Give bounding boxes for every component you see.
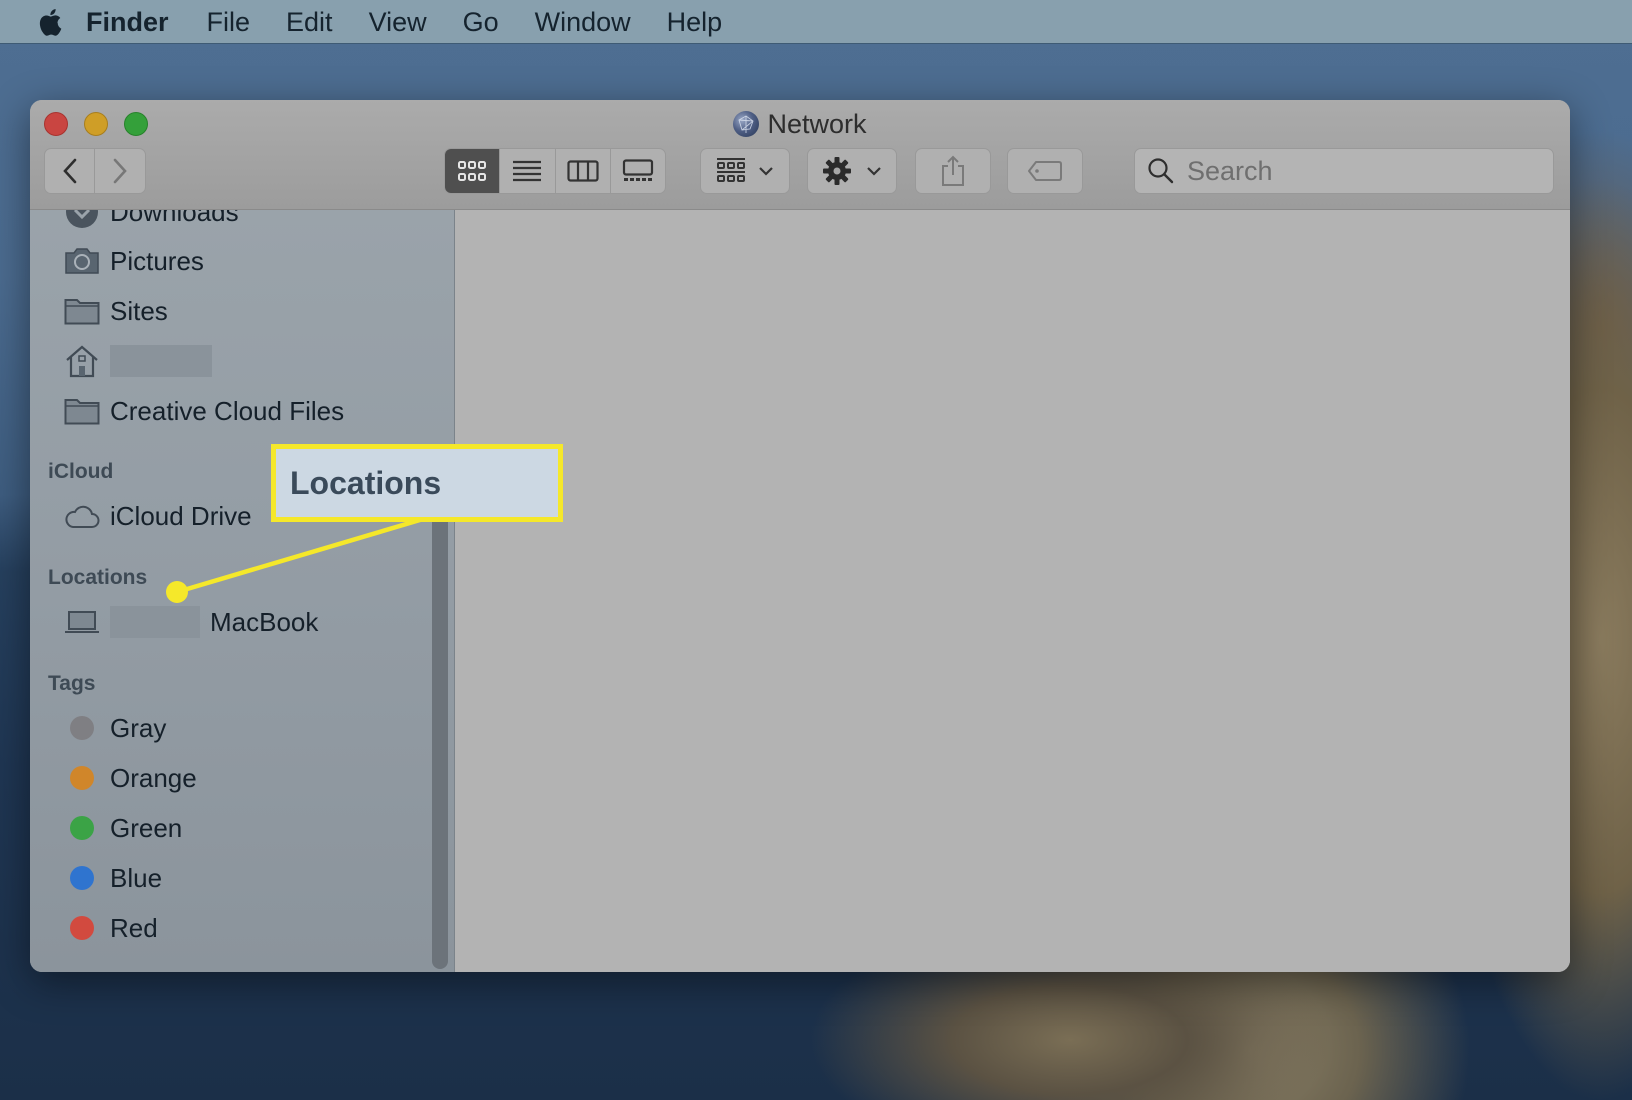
group-by-button[interactable] [700, 148, 790, 194]
share-icon [942, 155, 964, 186]
gray-tag-dot-icon [70, 716, 94, 740]
action-menu-button[interactable] [807, 148, 897, 194]
navigation-buttons [44, 148, 146, 194]
menu-view[interactable]: View [369, 0, 427, 44]
sidebar-item-macbook[interactable]: MacBook [64, 602, 318, 642]
green-tag-dot-icon [70, 816, 94, 840]
menu-bar: Finder File Edit View Go Window Help [0, 0, 1632, 44]
share-button[interactable] [915, 148, 991, 194]
menu-file[interactable]: File [207, 0, 251, 44]
sidebar-item-home[interactable] [64, 341, 212, 381]
column-view-button[interactable] [556, 149, 611, 193]
search-input[interactable] [1187, 155, 1527, 187]
edit-tags-button[interactable] [1007, 148, 1083, 194]
home-icon [64, 344, 100, 378]
redacted-home-label [110, 345, 212, 377]
folder-icon [64, 394, 100, 428]
icon-view-icon [458, 161, 487, 181]
window-title-text: Network [767, 108, 867, 139]
cloud-icon [64, 499, 100, 533]
sidebar-tag-red[interactable]: Red [64, 908, 158, 948]
column-view-icon [567, 160, 599, 182]
view-mode-control [444, 148, 666, 194]
sidebar-item-icloud-drive[interactable]: iCloud Drive [64, 496, 252, 536]
chevron-right-icon [113, 158, 127, 184]
list-view-icon [513, 160, 542, 182]
downloads-icon [64, 210, 100, 229]
sidebar-item-creative-cloud-files[interactable]: Creative Cloud Files [64, 391, 344, 431]
content-area[interactable] [456, 210, 1570, 972]
search-field[interactable] [1134, 148, 1554, 194]
sidebar-section-icloud: iCloud [48, 460, 114, 483]
callout-label: Locations [271, 444, 563, 522]
redacted-device-owner [110, 606, 200, 638]
sidebar-item-downloads[interactable]: Downloads [64, 210, 239, 232]
sidebar-tag-green[interactable]: Green [64, 808, 182, 848]
menu-go[interactable]: Go [463, 0, 499, 44]
list-view-button[interactable] [500, 149, 556, 193]
red-tag-dot-icon [70, 916, 94, 940]
search-icon [1148, 158, 1174, 184]
finder-window: Network Search Downloads Pictures Sites … [30, 100, 1570, 972]
tag-icon [1028, 161, 1062, 181]
group-by-icon [717, 158, 745, 182]
menu-finder[interactable]: Finder [86, 0, 169, 44]
sidebar: Downloads Pictures Sites Creative Cloud [30, 210, 455, 972]
window-title: Network [30, 106, 1570, 142]
apple-logo-icon[interactable] [34, 7, 64, 37]
sidebar-item-sites[interactable]: Sites [64, 291, 168, 331]
menu-edit[interactable]: Edit [286, 0, 333, 44]
chevron-down-icon [867, 167, 881, 176]
chevron-left-icon [62, 158, 76, 184]
folder-icon [64, 294, 100, 328]
gallery-view-icon [622, 159, 653, 181]
forward-button[interactable] [95, 148, 145, 194]
sidebar-tag-orange[interactable]: Orange [64, 758, 197, 798]
menu-help[interactable]: Help [667, 0, 723, 44]
sidebar-tag-gray[interactable]: Gray [64, 708, 166, 748]
chevron-down-icon [759, 167, 773, 176]
gallery-view-button[interactable] [611, 149, 665, 193]
sidebar-section-tags: Tags [48, 672, 96, 695]
back-button[interactable] [45, 148, 95, 194]
orange-tag-dot-icon [70, 766, 94, 790]
laptop-icon [64, 605, 100, 639]
gear-icon [823, 157, 851, 185]
camera-icon [64, 244, 100, 278]
window-toolbar: Network [30, 100, 1570, 210]
sidebar-scrollbar[interactable] [432, 507, 448, 969]
sidebar-item-pictures[interactable]: Pictures [64, 241, 204, 281]
blue-tag-dot-icon [70, 866, 94, 890]
menu-window[interactable]: Window [535, 0, 631, 44]
sidebar-section-locations: Locations [48, 566, 148, 589]
icon-view-button[interactable] [445, 149, 501, 193]
sidebar-tag-blue[interactable]: Blue [64, 858, 162, 898]
network-globe-icon [733, 111, 760, 137]
